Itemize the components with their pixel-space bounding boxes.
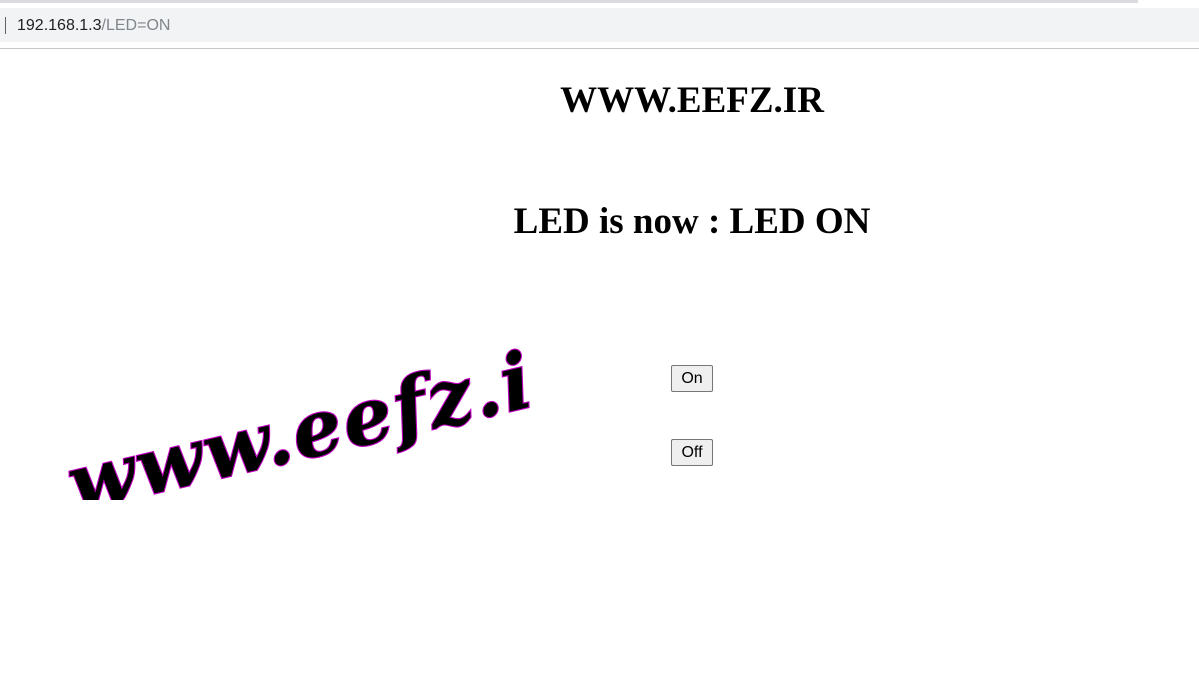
tab-strip-line xyxy=(0,0,1138,3)
address-url[interactable]: 192.168.1.3/LED=ON xyxy=(17,16,170,36)
led-off-button[interactable]: Off xyxy=(671,439,713,466)
site-title: WWW.EEFZ.IR xyxy=(560,80,824,121)
led-on-button[interactable]: On xyxy=(671,365,713,392)
window-top-strip xyxy=(0,0,1199,4)
eefz-logo: www.eefz.ir xyxy=(58,323,530,500)
toolbar-divider xyxy=(0,48,1199,49)
url-path: /LED=ON xyxy=(101,17,171,34)
url-host: 192.168.1.3 xyxy=(17,17,102,34)
led-status-heading: LED is now : LED ON xyxy=(513,201,871,242)
address-bar[interactable] xyxy=(0,8,1199,42)
logo-text: www.eefz.ir xyxy=(59,324,530,500)
text-cursor xyxy=(5,17,6,34)
